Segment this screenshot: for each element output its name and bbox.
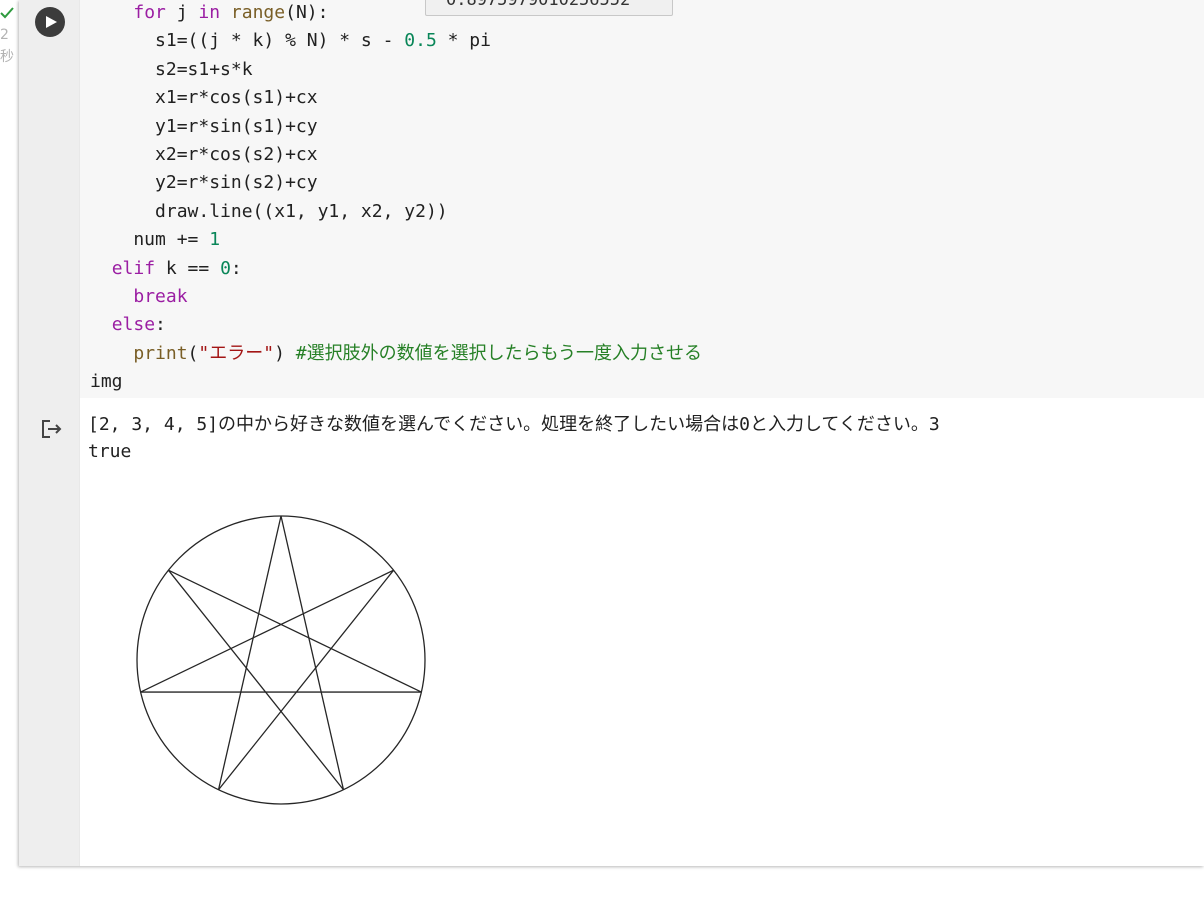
code-token: for: [133, 2, 166, 23]
output-image: [136, 515, 426, 805]
run-cell-button[interactable]: [35, 7, 65, 37]
code-token: y2=r*sin(s2)+cy: [90, 172, 318, 194]
cell-execution-status: 2 秒: [0, 0, 20, 80]
play-icon: [46, 16, 57, 28]
figure-circle: [136, 515, 426, 805]
code-token: x2=r*cos(s2)+cx: [90, 144, 318, 165]
code-token: break: [133, 286, 188, 307]
code-token: print: [133, 342, 188, 364]
code-token: 0.5: [404, 30, 437, 52]
code-line: s2=s1+s*k: [90, 56, 253, 84]
code-token: (: [187, 342, 199, 364]
code-token: j: [165, 2, 199, 23]
code-token: elif: [111, 257, 156, 279]
code-token: :: [155, 314, 166, 336]
code-line: img: [90, 368, 123, 396]
execution-duration: 2: [0, 27, 9, 43]
code-line: x1=r*cos(s1)+cx: [90, 84, 318, 112]
output-redirect-icon[interactable]: [40, 417, 64, 441]
code-token: y1=r*sin(s1)+cy: [90, 115, 318, 137]
code-token: draw.line((x1, y1, x2, y2)): [90, 200, 448, 222]
code-token: s2=s1+s*k: [90, 58, 253, 80]
code-line: print("エラー") #選択肢外の数値を選択したらもう一度入力させる: [90, 340, 702, 368]
output-text-result: true: [88, 441, 132, 462]
code-cell[interactable]: for j in range(N): s1=((j * k) % N) * s …: [19, 0, 1204, 866]
code-token: img: [90, 371, 123, 393]
code-token: #選択肢外の数値を選択したらもう一度入力させる: [295, 342, 703, 364]
code-line: break: [90, 283, 188, 311]
code-line: x2=r*cos(s2)+cx: [90, 141, 318, 169]
code-token: 0: [220, 257, 231, 279]
code-token: s1=((j * k) % N) * s -: [90, 30, 405, 52]
figure-star-line: [218, 569, 395, 791]
code-token: in: [198, 2, 221, 23]
figure-star-line: [280, 515, 345, 790]
hover-tooltip: 0.8975979010256552: [425, 0, 673, 16]
code-token: * pi: [436, 30, 491, 52]
code-line: y1=r*sin(s1)+cy: [90, 113, 318, 141]
figure-star-line: [217, 515, 282, 790]
code-token: num +=: [90, 229, 210, 251]
output-text-prompt: [2, 3, 4, 5]の中から好きな数値を選んでください。処理を終了したい場合…: [88, 414, 940, 435]
code-editor[interactable]: for j in range(N): s1=((j * k) % N) * s …: [80, 0, 1204, 398]
code-line: for j in range(N):: [90, 0, 328, 27]
cell-output: [2, 3, 4, 5]の中から好きな数値を選んでください。処理を終了したい場合…: [42, 400, 1204, 866]
figure-star-line: [167, 569, 344, 791]
code-line: num += 1: [90, 226, 220, 254]
figure-star-line: [140, 569, 394, 693]
code-token: (N):: [285, 2, 329, 23]
code-token: k ==: [155, 257, 221, 279]
code-token: range: [230, 2, 286, 23]
code-line: s1=((j * k) % N) * s - 0.5 * pi: [90, 27, 491, 55]
code-line: draw.line((x1, y1, x2, y2)): [90, 198, 448, 226]
code-line: else:: [90, 311, 166, 339]
code-line: elif k == 0:: [90, 255, 242, 283]
code-token: :: [230, 257, 242, 279]
figure-star-line: [168, 569, 422, 693]
code-token: 1: [209, 229, 221, 251]
execution-duration-unit: 秒: [0, 49, 14, 65]
code-line: y2=r*sin(s2)+cy: [90, 169, 318, 197]
code-token: "エラー": [198, 342, 275, 364]
notebook-page: 2 秒 for j in range(N): s1=((j * k) % N) …: [0, 0, 1204, 912]
code-token: ): [274, 342, 296, 364]
code-token: x1=r*cos(s1)+cx: [90, 87, 318, 109]
check-icon: [0, 7, 14, 19]
code-token: else: [111, 314, 156, 336]
